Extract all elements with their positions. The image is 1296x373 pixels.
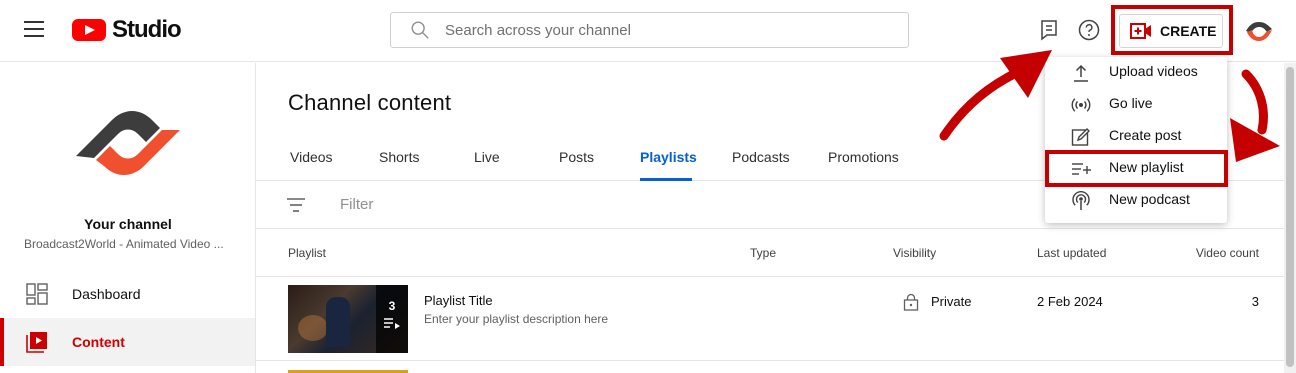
- column-header-last-updated[interactable]: Last updated: [1037, 246, 1106, 260]
- column-header-video-count[interactable]: Video count: [1196, 246, 1259, 260]
- menu-item-go-live[interactable]: Go live: [1045, 89, 1227, 121]
- your-channel-label: Your channel: [84, 216, 172, 232]
- thumbnail-figure: [326, 297, 350, 347]
- new-playlist-highlight-box: [1045, 150, 1228, 187]
- live-broadcast-icon: [1071, 98, 1091, 112]
- filter-icon[interactable]: [286, 197, 306, 213]
- visibility-status[interactable]: Private: [931, 294, 971, 309]
- create-menu: Upload videos Go live Create post New pl…: [1045, 57, 1227, 223]
- tab-promotions[interactable]: Promotions: [828, 149, 899, 165]
- video-count: 3: [1251, 294, 1259, 309]
- help-icon[interactable]: [1077, 18, 1101, 42]
- youtube-studio-logo[interactable]: Studio: [72, 16, 182, 43]
- tab-playlists[interactable]: Playlists: [640, 149, 697, 165]
- column-header-visibility[interactable]: Visibility: [893, 246, 936, 260]
- create-button[interactable]: CREATE: [1119, 14, 1223, 48]
- sidebar-item-content[interactable]: Content: [0, 318, 255, 366]
- search-icon: [411, 21, 429, 39]
- tab-posts[interactable]: Posts: [559, 149, 594, 165]
- video-add-icon: [1130, 23, 1151, 39]
- tab-videos[interactable]: Videos: [290, 149, 333, 165]
- thumbnail-glow: [298, 315, 328, 341]
- menu-item-label: Create post: [1109, 127, 1182, 143]
- menu-item-label: Upload videos: [1109, 63, 1198, 79]
- dashboard-icon: [26, 283, 48, 305]
- page-title: Channel content: [288, 90, 452, 115]
- channel-avatar[interactable]: [72, 86, 184, 198]
- tab-podcasts[interactable]: Podcasts: [732, 149, 790, 165]
- search-input[interactable]: [445, 21, 865, 39]
- sidebar-item-label: Dashboard: [72, 286, 141, 302]
- youtube-play-icon: [72, 19, 106, 41]
- scrollbar-thumb[interactable]: [1286, 67, 1294, 367]
- sidebar-item-dashboard[interactable]: Dashboard: [0, 270, 255, 318]
- search-box[interactable]: [390, 12, 909, 48]
- column-header-type[interactable]: Type: [750, 246, 776, 260]
- playlist-count-overlay: 3: [376, 285, 408, 353]
- menu-item-create-post[interactable]: Create post: [1045, 121, 1227, 153]
- app-name: Studio: [112, 16, 182, 43]
- lock-icon: [903, 293, 919, 311]
- playlist-thumbnail[interactable]: 3: [288, 285, 408, 353]
- menu-item-upload-videos[interactable]: Upload videos: [1045, 57, 1227, 89]
- podcast-icon: [1072, 191, 1090, 210]
- table-header: Playlist Type Visibility Last updated Vi…: [256, 229, 1284, 277]
- thumbnail-video-count: 3: [388, 299, 396, 313]
- column-header-playlist[interactable]: Playlist: [288, 246, 326, 260]
- playlist-description: Enter your playlist description here: [424, 312, 609, 326]
- menu-item-label: Go live: [1109, 95, 1153, 111]
- filter-input[interactable]: [340, 196, 940, 213]
- playlist-play-icon: [384, 318, 400, 329]
- menu-icon[interactable]: [24, 20, 46, 38]
- edit-post-icon: [1071, 128, 1090, 146]
- sidebar-item-label: Content: [72, 334, 125, 350]
- upload-icon: [1074, 64, 1088, 82]
- last-updated-date: 2 Feb 2024: [1037, 294, 1103, 309]
- tab-live[interactable]: Live: [474, 149, 500, 165]
- tab-shorts[interactable]: Shorts: [379, 149, 419, 165]
- create-button-label: CREATE: [1160, 23, 1217, 39]
- top-bar: Studio CREATE: [0, 0, 1296, 62]
- feedback-icon[interactable]: [1037, 18, 1061, 42]
- menu-item-new-podcast[interactable]: New podcast: [1045, 185, 1227, 217]
- playlist-title[interactable]: Playlist Title: [424, 293, 493, 308]
- scrollbar[interactable]: [1284, 63, 1296, 373]
- channel-name: Broadcast2World - Animated Video ...: [24, 237, 224, 251]
- menu-item-label: New podcast: [1109, 191, 1190, 207]
- content-icon: [26, 332, 47, 353]
- table-row[interactable]: 3 Playlist Title Enter your playlist des…: [256, 277, 1284, 361]
- sidebar: Your channel Broadcast2World - Animated …: [0, 63, 256, 373]
- account-avatar[interactable]: [1243, 15, 1275, 47]
